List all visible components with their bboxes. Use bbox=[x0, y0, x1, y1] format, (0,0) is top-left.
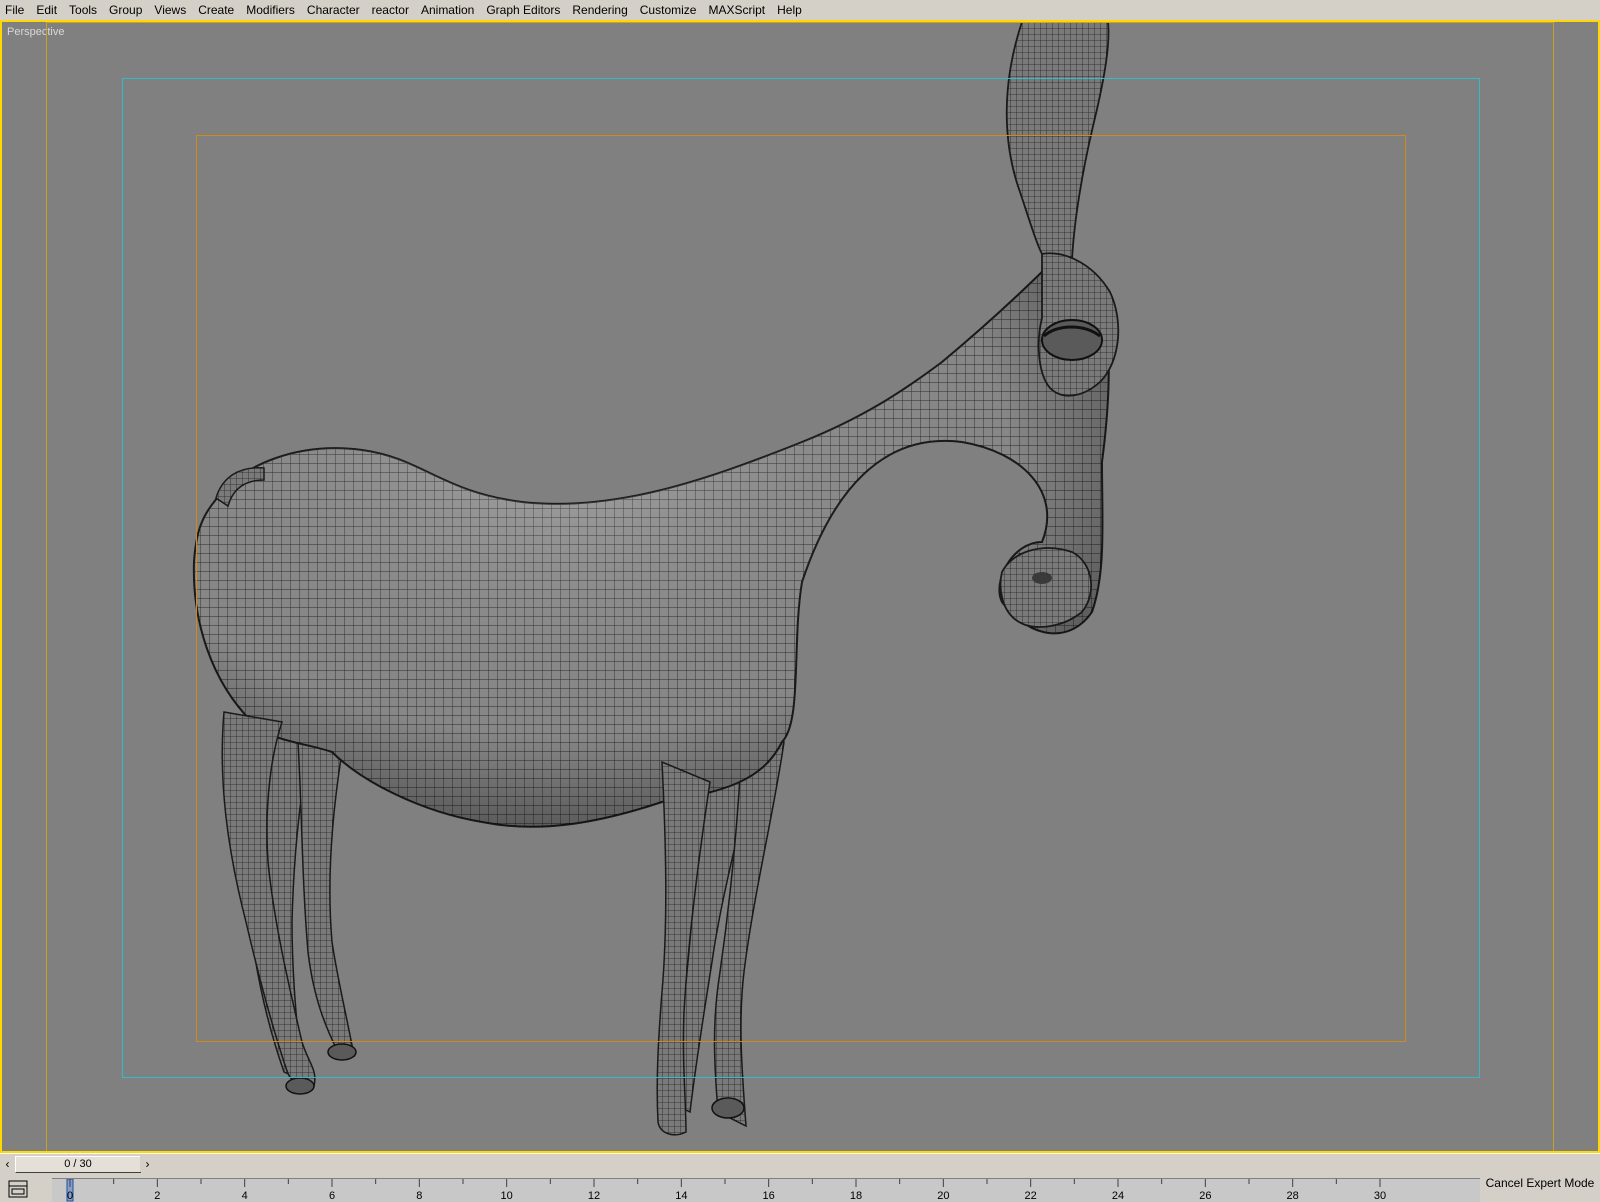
timeline-ruler: 0 2 4 6 8 10 12 14 16 18 20 22 24 26 28 30 bbox=[66, 1179, 1386, 1202]
timeline-tick-label: 28 bbox=[1287, 1190, 1299, 1202]
timeline-tick-label: 12 bbox=[588, 1190, 600, 1202]
timeline-tick-label: 30 bbox=[1374, 1190, 1386, 1202]
timeline-tick-label: 14 bbox=[675, 1190, 687, 1202]
timeline-tick-label: 20 bbox=[937, 1190, 949, 1202]
menu-character[interactable]: Character bbox=[301, 0, 366, 20]
timeline-tick-label: 26 bbox=[1199, 1190, 1211, 1202]
menu-reactor[interactable]: reactor bbox=[366, 0, 415, 20]
timeline-tick-label: 6 bbox=[329, 1190, 335, 1202]
timeline-tick-label: 16 bbox=[763, 1190, 775, 1202]
timeline-track[interactable]: 0 2 4 6 8 10 12 14 16 18 20 22 24 26 28 30 bbox=[52, 1178, 1480, 1202]
timeline-tick-label: 2 bbox=[154, 1190, 160, 1202]
menu-views[interactable]: Views bbox=[148, 0, 192, 20]
donkey-body bbox=[192, 250, 1110, 828]
timeline-tick-label: 0 bbox=[67, 1190, 73, 1202]
menu-edit[interactable]: Edit bbox=[30, 0, 63, 20]
time-slider[interactable]: ‹ 0 / 30 › bbox=[0, 1156, 155, 1173]
menu-tools[interactable]: Tools bbox=[63, 0, 103, 20]
cancel-expert-mode-button[interactable]: Cancel Expert Mode bbox=[1484, 1168, 1596, 1198]
timeline-tick-label: 24 bbox=[1112, 1190, 1124, 1202]
timeline-tick-label: 4 bbox=[242, 1190, 248, 1202]
perspective-viewport[interactable]: Perspective bbox=[0, 20, 1600, 1153]
timeline-tick-label: 10 bbox=[501, 1190, 513, 1202]
menu-rendering[interactable]: Rendering bbox=[566, 0, 633, 20]
timeline-tick-label: 18 bbox=[850, 1190, 862, 1202]
menu-modifiers[interactable]: Modifiers bbox=[240, 0, 301, 20]
arrow-right-icon[interactable]: › bbox=[140, 1156, 155, 1172]
menu-maxscript[interactable]: MAXScript bbox=[702, 0, 771, 20]
timeline-tick-label: 8 bbox=[416, 1190, 422, 1202]
menu-graph-editors[interactable]: Graph Editors bbox=[480, 0, 566, 20]
menu-group[interactable]: Group bbox=[103, 0, 148, 20]
menu-customize[interactable]: Customize bbox=[634, 0, 703, 20]
arrow-left-icon[interactable]: ‹ bbox=[0, 1156, 15, 1172]
menu-create[interactable]: Create bbox=[192, 0, 240, 20]
timeline-tick-label: 22 bbox=[1025, 1190, 1037, 1202]
time-controls: ‹ 0 / 30 › 0 2 4 6 8 10 12 14 16 18 20 22 24 26 28 30 C… bbox=[0, 1153, 1600, 1202]
menu-help[interactable]: Help bbox=[771, 0, 808, 20]
menu-bar: File Edit Tools Group Views Create Modif… bbox=[0, 0, 1600, 20]
menu-file[interactable]: File bbox=[0, 0, 30, 20]
wireframe-donkey-model[interactable] bbox=[2, 22, 1598, 1153]
time-slider-thumb[interactable]: 0 / 30 bbox=[15, 1156, 141, 1173]
trackbar-toggle-icon[interactable] bbox=[8, 1180, 28, 1198]
viewport-label[interactable]: Perspective bbox=[7, 26, 64, 38]
menu-animation[interactable]: Animation bbox=[415, 0, 480, 20]
